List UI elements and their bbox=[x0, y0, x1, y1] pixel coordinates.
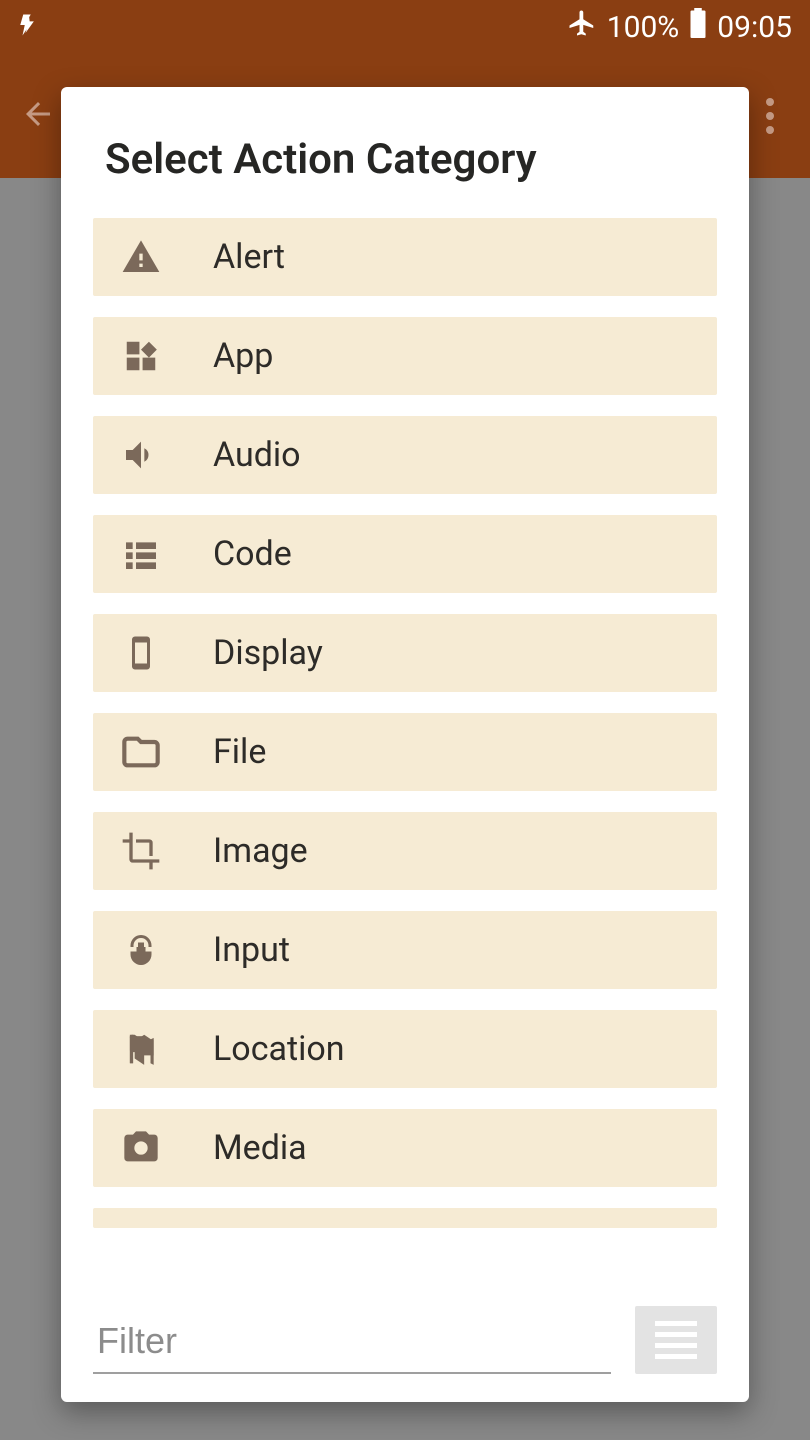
list-view-toggle-button[interactable] bbox=[635, 1306, 717, 1374]
audio-icon bbox=[117, 435, 165, 475]
category-label: Audio bbox=[213, 435, 301, 475]
category-label: Alert bbox=[213, 237, 285, 277]
battery-icon bbox=[689, 8, 707, 46]
filter-input[interactable] bbox=[97, 1320, 607, 1362]
category-label: Code bbox=[213, 534, 292, 574]
category-label: Media bbox=[213, 1128, 307, 1168]
display-icon bbox=[117, 633, 165, 673]
category-label: Image bbox=[213, 831, 308, 871]
clock: 09:05 bbox=[717, 10, 792, 45]
select-action-category-dialog: Select Action Category Alert App Audio C… bbox=[61, 87, 749, 1402]
category-row-input[interactable]: Input bbox=[93, 911, 717, 989]
category-row-media[interactable]: Media bbox=[93, 1109, 717, 1187]
category-label: Input bbox=[213, 930, 290, 970]
category-row-location[interactable]: Location bbox=[93, 1010, 717, 1088]
location-icon bbox=[117, 1029, 165, 1069]
category-row-partial[interactable] bbox=[93, 1208, 717, 1228]
back-icon[interactable] bbox=[20, 96, 56, 136]
category-row-code[interactable]: Code bbox=[93, 515, 717, 593]
file-icon bbox=[117, 732, 165, 772]
airplane-mode-icon bbox=[567, 8, 597, 46]
category-label: Display bbox=[213, 633, 323, 673]
category-row-image[interactable]: Image bbox=[93, 812, 717, 890]
category-row-audio[interactable]: Audio bbox=[93, 416, 717, 494]
category-label: App bbox=[213, 336, 273, 376]
category-label: Location bbox=[213, 1029, 345, 1069]
alert-icon bbox=[117, 237, 165, 277]
code-icon bbox=[117, 534, 165, 574]
media-icon bbox=[117, 1128, 165, 1168]
app-icon bbox=[117, 337, 165, 375]
status-bar: 100% 09:05 bbox=[0, 0, 810, 54]
battery-percentage: 100% bbox=[607, 10, 680, 45]
overflow-menu-icon[interactable] bbox=[750, 96, 790, 136]
dialog-title: Select Action Category bbox=[61, 87, 749, 208]
input-icon bbox=[117, 930, 165, 970]
bolt-icon bbox=[18, 8, 38, 46]
category-row-app[interactable]: App bbox=[93, 317, 717, 395]
category-row-file[interactable]: File bbox=[93, 713, 717, 791]
category-row-display[interactable]: Display bbox=[93, 614, 717, 692]
category-list: Alert App Audio Code Display bbox=[61, 208, 749, 1288]
category-row-alert[interactable]: Alert bbox=[93, 218, 717, 296]
dialog-footer bbox=[61, 1288, 749, 1384]
filter-field-wrap bbox=[93, 1312, 611, 1374]
image-icon bbox=[117, 831, 165, 871]
category-label: File bbox=[213, 732, 266, 772]
